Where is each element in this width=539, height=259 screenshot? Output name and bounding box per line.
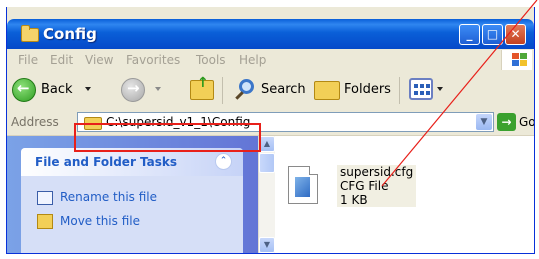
annotation-pointer-line — [381, 0, 538, 187]
